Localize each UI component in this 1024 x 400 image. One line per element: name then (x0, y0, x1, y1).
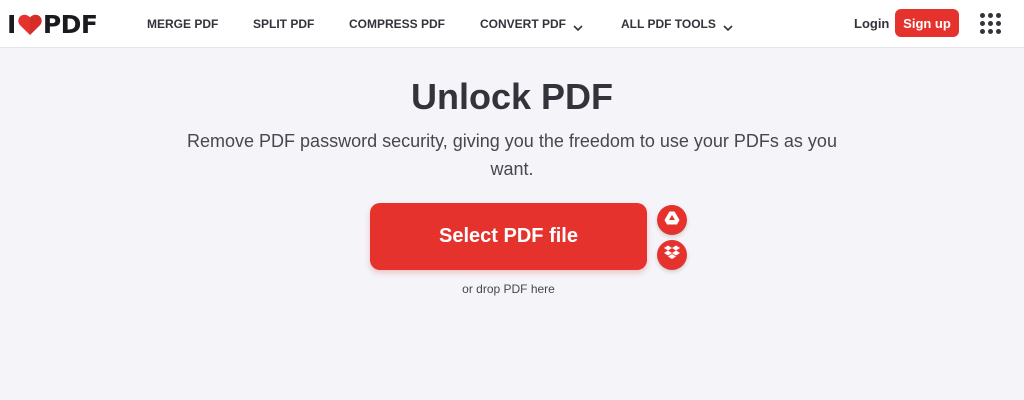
nav-all-pdf-tools[interactable]: ALL PDF TOOLS (621, 16, 733, 32)
chevron-down-icon (723, 21, 733, 31)
apps-grid-icon[interactable] (980, 13, 1001, 34)
nav-label: CONVERT PDF (480, 17, 567, 31)
nav-label: MERGE PDF (147, 17, 219, 31)
google-drive-icon (664, 211, 680, 230)
page-title: Unlock PDF (410, 76, 614, 117)
page-subtitle: Remove PDF password security, giving you… (187, 131, 837, 179)
google-drive-button[interactable] (657, 205, 687, 235)
chevron-down-icon (573, 21, 583, 31)
logo-text-i: I (7, 9, 16, 39)
top-navbar: I PDF MERGE PDF SPLIT PDF COMPRESS PDF C… (0, 0, 1024, 48)
nav-compress-pdf[interactable]: COMPRESS PDF (349, 16, 445, 32)
nav-label: COMPRESS PDF (349, 17, 446, 31)
dropbox-icon (664, 245, 680, 265)
drop-pdf-hint: or drop PDF here (462, 282, 555, 296)
nav-split-pdf[interactable]: SPLIT PDF (253, 16, 314, 32)
login-link[interactable]: Login (854, 16, 889, 31)
nav-label: ALL PDF TOOLS (621, 17, 716, 31)
dropbox-button[interactable] (657, 240, 687, 270)
nav-label: SPLIT PDF (253, 17, 315, 31)
select-pdf-file-button[interactable]: Select PDF file (370, 203, 647, 270)
signup-button[interactable]: Sign up (895, 9, 959, 37)
heart-icon (18, 13, 42, 36)
nav-convert-pdf[interactable]: CONVERT PDF (480, 16, 583, 32)
nav-merge-pdf[interactable]: MERGE PDF (147, 16, 218, 32)
ilovepdf-logo[interactable]: I PDF (7, 9, 98, 39)
logo-text-pdf: PDF (42, 9, 98, 39)
